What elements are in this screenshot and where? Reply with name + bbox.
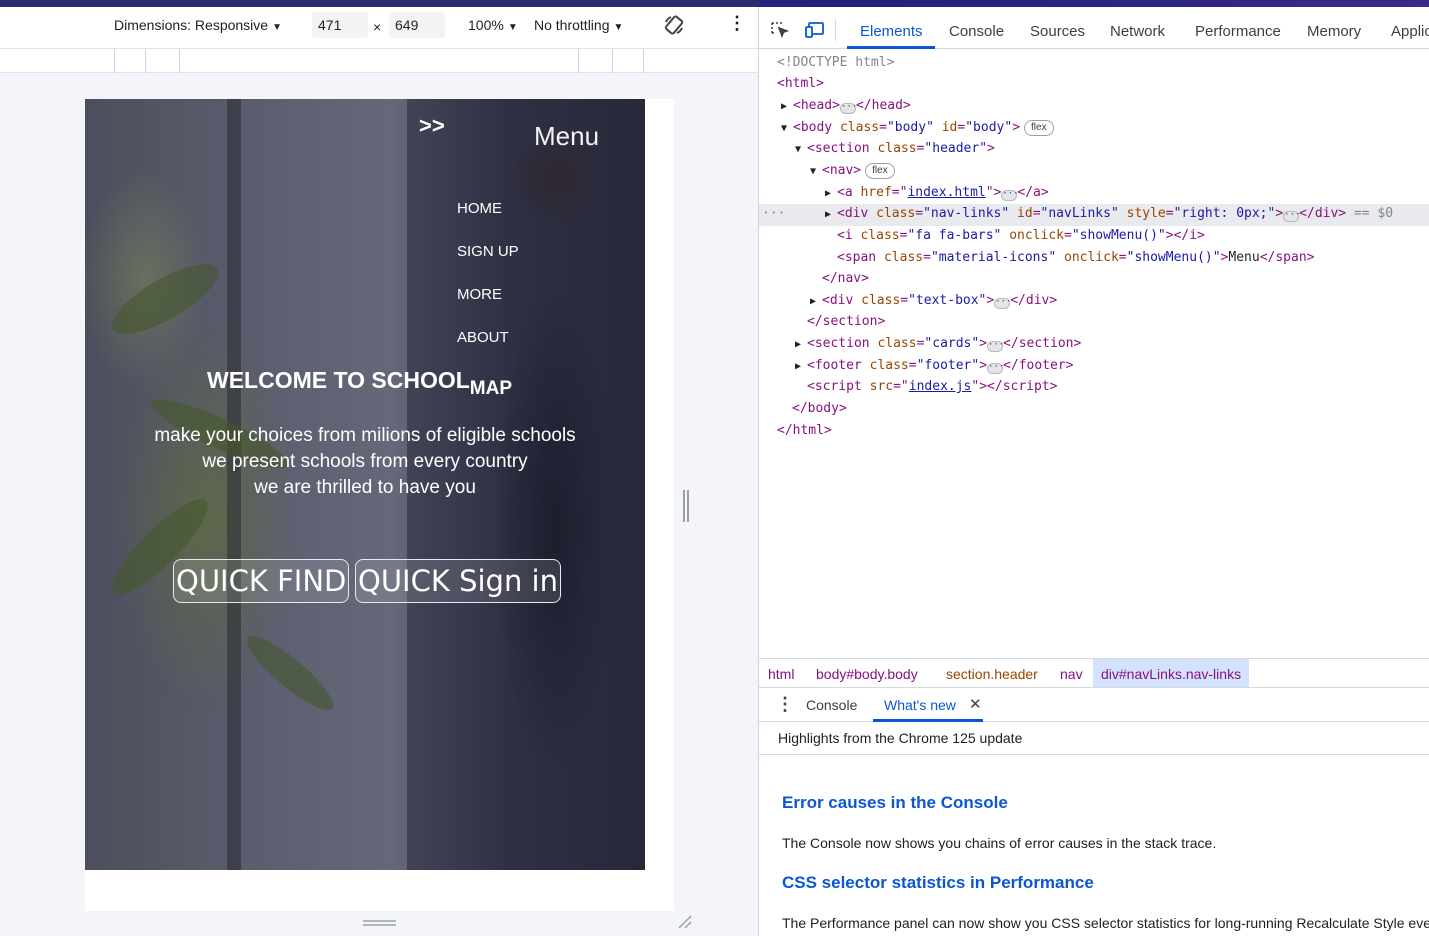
breadcrumb-nav[interactable]: nav [1060, 666, 1083, 682]
dom-section-header[interactable]: ▼ <section class="header"> [795, 138, 995, 159]
rotate-icon[interactable] [663, 14, 685, 39]
flex-badge[interactable]: flex [865, 163, 895, 179]
quick-sign-in-button[interactable]: QUICK Sign in [355, 559, 561, 603]
throttling-dropdown[interactable]: No throttling ▼ [534, 17, 623, 33]
zoom-label: 100% [468, 17, 504, 33]
plant-leaf [103, 251, 227, 347]
dimensions-label: Dimensions: Responsive [114, 17, 269, 33]
dom-nav[interactable]: ▼ <nav> flex [810, 160, 895, 181]
tab-memory[interactable]: Memory [1307, 23, 1361, 40]
whats-new-title-1[interactable]: Error causes in the Console [782, 793, 1008, 813]
breadcrumb-div-navlinks[interactable]: div#navLinks.nav-links [1093, 659, 1250, 687]
highlights-header: Highlights from the Chrome 125 update [759, 722, 1429, 755]
dom-span-menu[interactable]: <span class="material-icons" onclick="sh… [837, 247, 1314, 268]
quick-find-button[interactable]: QUICK FIND [173, 559, 350, 603]
chevron-down-icon: ▼ [613, 22, 624, 33]
height-input[interactable]: 649 [389, 12, 445, 38]
breadcrumb-body[interactable]: body#body.body [816, 666, 918, 682]
dom-html-open[interactable]: <html> [777, 73, 824, 94]
dom-section-cards[interactable]: ▶ <section class="cards">···</section> [795, 333, 1081, 354]
chevron-down-icon: ▼ [272, 22, 282, 33]
devtools-tabs: Elements Console Sources Network Perform… [759, 7, 1429, 49]
tab-performance[interactable]: Performance [1195, 23, 1281, 40]
whats-new-text-2: The Performance panel can now show you C… [782, 915, 1429, 931]
nav-link-sign-up[interactable]: SIGN UP [457, 243, 519, 286]
devtools-panel: Elements Console Sources Network Perform… [758, 7, 1429, 936]
welcome-suffix: MAP [469, 378, 513, 399]
whats-new-title-2[interactable]: CSS selector statistics in Performance [782, 873, 1094, 893]
drawer-menu-icon[interactable]: ⋮ [776, 694, 794, 715]
tab-elements[interactable]: Elements [860, 23, 923, 40]
resize-handle-horizontal[interactable] [363, 920, 396, 926]
hero-section: >> Menu HOME SIGN UP MORE ABOUT WELCOME … [85, 99, 645, 870]
breadcrumb-section[interactable]: section.header [946, 666, 1038, 682]
dom-footer[interactable]: ▶ <footer class="footer">···</footer> [795, 355, 1074, 376]
drawer-tabs: ⋮ Console What's new ✕ [759, 688, 1429, 722]
nav-links: HOME SIGN UP MORE ABOUT [457, 200, 519, 372]
tab-console[interactable]: Console [949, 23, 1004, 40]
tagline-line: we are thrilled to have you [254, 477, 476, 498]
media-query-bar [0, 49, 758, 73]
drawer-tab-console[interactable]: Console [806, 697, 857, 713]
nav-arrows[interactable]: >> [419, 113, 445, 139]
nav-link-home[interactable]: HOME [457, 200, 519, 243]
dom-script[interactable]: <script src="index.js"></script> [807, 376, 1057, 397]
tab-sources[interactable]: Sources [1030, 23, 1085, 40]
more-options-icon[interactable]: ⋮ [728, 13, 746, 34]
breadcrumb: html body#body.body section.header nav d… [759, 658, 1429, 688]
whats-new-text-1: The Console now shows you chains of erro… [782, 835, 1217, 851]
tab-network[interactable]: Network [1110, 23, 1165, 40]
dimensions-dropdown[interactable]: Dimensions: Responsive ▼ [114, 17, 282, 33]
viewport-canvas: >> Menu HOME SIGN UP MORE ABOUT WELCOME … [0, 73, 758, 936]
dom-body[interactable]: ▼ <body class="body" id="body"> flex [781, 117, 1054, 138]
breadcrumb-html[interactable]: html [768, 666, 794, 682]
tagline-line: we present schools from every country [202, 451, 528, 472]
menu-button[interactable]: Menu [534, 121, 599, 152]
throttling-label: No throttling [534, 17, 610, 33]
flex-badge[interactable]: flex [1024, 120, 1054, 136]
responsive-page: >> Menu HOME SIGN UP MORE ABOUT WELCOME … [85, 99, 674, 911]
tagline-line: make your choices from milions of eligib… [154, 425, 576, 446]
resize-corner-icon[interactable] [677, 914, 693, 930]
zoom-dropdown[interactable]: 100% ▼ [468, 17, 518, 33]
dom-div-textbox[interactable]: ▶ <div class="text-box">···</div> [810, 290, 1057, 311]
close-icon[interactable]: ✕ [969, 695, 982, 713]
dom-head[interactable]: ▶ <head>···</head> [781, 95, 911, 116]
device-toggle-icon[interactable] [805, 21, 827, 43]
dom-section-close[interactable]: </section> [807, 311, 885, 332]
times-label: × [373, 19, 382, 35]
dom-doctype: <!DOCTYPE html> [777, 55, 895, 70]
device-toolbar: Dimensions: Responsive ▼ 471 × 649 100% ▼ … [0, 7, 758, 49]
drawer-tab-whats-new[interactable]: What's new [884, 697, 956, 713]
welcome-main: WELCOME TO SCHOOL [207, 367, 470, 393]
dom-html-close[interactable]: </html> [777, 420, 832, 441]
inspect-element-icon[interactable] [770, 21, 790, 43]
resize-handle-vertical[interactable] [683, 490, 689, 522]
dom-i-bars[interactable]: <i class="fa fa-bars" onclick="showMenu(… [837, 225, 1205, 246]
nav-link-about[interactable]: ABOUT [457, 329, 519, 372]
width-input[interactable]: 471 [312, 12, 368, 38]
dom-div-navlinks[interactable]: ▶ <div class="nav-links" id="navLinks" st… [825, 203, 1393, 224]
tab-application[interactable]: Applic [1391, 23, 1429, 40]
node-more-icon[interactable]: ··· [762, 203, 785, 224]
dom-tree: <!DOCTYPE html> <html> ▶ <head>···</head>… [759, 49, 1429, 659]
chevron-down-icon: ▼ [507, 22, 518, 33]
dom-body-close[interactable]: </body> [792, 398, 847, 419]
welcome-heading: WELCOME TO SCHOOLMAP [207, 367, 512, 399]
window-top-band [0, 0, 1429, 7]
tagline: make your choices from milions of eligib… [85, 423, 645, 501]
nav-link-more[interactable]: MORE [457, 286, 519, 329]
dom-anchor[interactable]: ▶ <a href="index.html">···</a> [825, 182, 1049, 203]
plant-leaf [238, 626, 342, 720]
dom-nav-close[interactable]: </nav> [822, 268, 869, 289]
